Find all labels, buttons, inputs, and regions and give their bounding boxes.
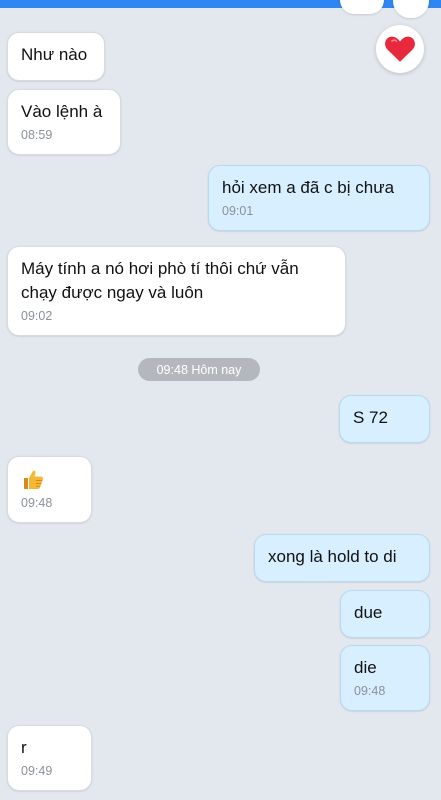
message-timestamp: 09:48 [354,684,386,698]
message-text: die [354,658,377,677]
heart-icon [385,36,415,62]
message-text: S 72 [353,408,388,427]
message-bubble[interactable]: S 72 [339,395,430,443]
message-text-line-2: chạy được ngay và luôn [21,283,204,302]
message-timestamp: 09:48 [21,496,53,510]
thumbs-up-icon [24,470,43,489]
message-bubble[interactable]: Vào lệnh à 08:59 [7,89,121,155]
message-text: xong là hold to di [268,547,397,566]
message-bubble[interactable]: die 09:48 [340,645,430,711]
message-bubble[interactable]: 09:48 [7,456,92,523]
message-bubble[interactable]: Như nào [7,32,105,81]
message-timestamp: 08:59 [21,128,53,142]
message-text: hỏi xem a đã c bị chưa [222,178,395,197]
message-text: Như nào [21,45,88,64]
reaction-button-fragment[interactable] [393,0,429,18]
message-bubble[interactable]: hỏi xem a đã c bị chưa 09:01 [208,165,430,231]
message-text-line-1: Máy tính a nó hơi phò tí thôi chứ vẫn [21,259,299,278]
message-text: r [21,738,27,757]
message-timestamp: 09:49 [21,764,53,778]
message-timestamp: 09:01 [222,204,254,218]
message-bubble[interactable]: Máy tính a nó hơi phò tí thôi chứ vẫn ch… [7,246,346,336]
date-separator: 09:48 Hôm nay [138,358,260,381]
message-timestamp: 09:02 [21,309,53,323]
message-bubble[interactable]: xong là hold to di [254,534,430,582]
message-text: Vào lệnh à [21,102,103,121]
message-bubble[interactable]: r 09:49 [7,725,92,791]
reaction-chip-fragment[interactable] [340,0,384,14]
message-text: due [354,603,383,622]
message-bubble[interactable]: due [340,590,430,638]
reaction-heart-button[interactable] [376,25,424,73]
